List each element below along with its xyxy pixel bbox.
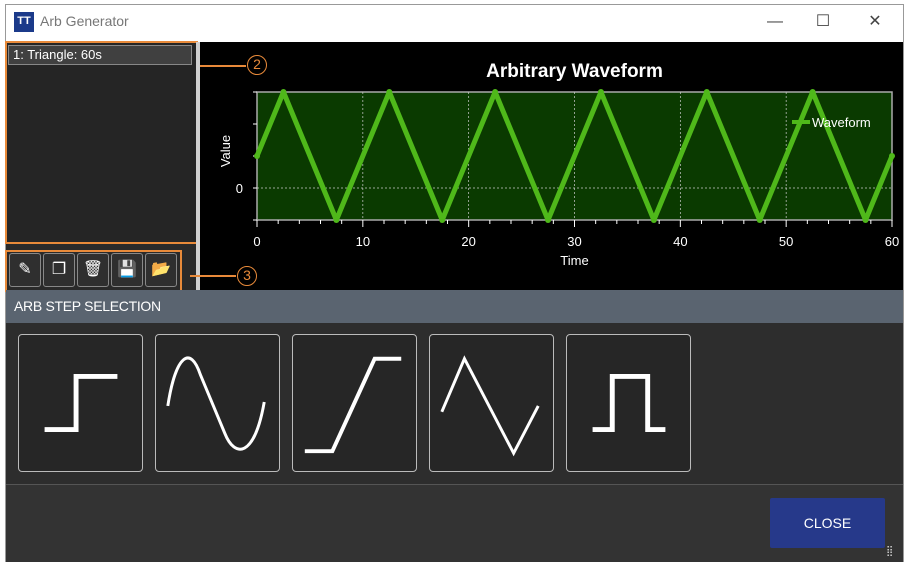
app-logo-icon: TT (14, 12, 34, 32)
section-header: ARB STEP SELECTION (6, 290, 903, 323)
data-point (333, 217, 340, 223)
data-point (280, 89, 287, 95)
x-axis-label: Time (560, 253, 588, 268)
annotation-2: 2 (247, 55, 267, 75)
x-tick-label: 30 (567, 234, 581, 249)
highlight-box-3 (5, 250, 182, 292)
close-button[interactable]: CLOSE (770, 498, 885, 548)
sine-icon (166, 356, 266, 451)
data-point (545, 217, 552, 223)
chart-title: Arbitrary Waveform (486, 61, 663, 82)
minimize-button[interactable]: — (760, 10, 790, 34)
x-tick-label: 50 (779, 234, 793, 249)
triangle-shape-button[interactable] (429, 334, 554, 472)
step-icon (44, 373, 118, 433)
legend-label: Waveform (812, 115, 871, 130)
data-point (889, 153, 895, 159)
window-title: Arb Generator (40, 13, 129, 29)
annotation-arrow-2 (200, 65, 246, 67)
triangle-icon (440, 355, 540, 457)
data-point (492, 89, 499, 95)
annotation-arrow-3 (190, 275, 236, 277)
data-point (254, 153, 260, 159)
data-point (650, 217, 657, 223)
data-point (756, 217, 763, 223)
maximize-button[interactable]: ☐ (808, 10, 838, 34)
annotation-3: 3 (237, 266, 257, 286)
y-axis-label: Value (218, 135, 233, 167)
step-shape-button[interactable] (18, 334, 143, 472)
highlight-box-2 (5, 41, 198, 244)
x-tick-label: 60 (885, 234, 899, 249)
x-tick-label: 10 (356, 234, 370, 249)
data-point (809, 89, 816, 95)
y-tick-label: 0 (236, 181, 243, 196)
ramp-shape-button[interactable] (292, 334, 417, 472)
data-point (597, 89, 604, 95)
pulse-icon (592, 373, 666, 433)
ramp-icon (304, 356, 402, 454)
data-point (439, 217, 446, 223)
data-point (386, 89, 393, 95)
x-tick-label: 20 (461, 234, 475, 249)
close-window-button[interactable]: ✕ (860, 10, 890, 34)
sine-shape-button[interactable] (155, 334, 280, 472)
data-point (703, 89, 710, 95)
pulse-shape-button[interactable] (566, 334, 691, 472)
data-point (862, 217, 869, 223)
x-tick-label: 40 (673, 234, 687, 249)
waveform-chart: Arbitrary Waveform 0 10 20 30 40 50 60 0 Time Valu… (218, 61, 899, 268)
resize-grip-icon[interactable]: ⣿ (886, 546, 893, 557)
x-tick-label: 0 (253, 234, 260, 249)
